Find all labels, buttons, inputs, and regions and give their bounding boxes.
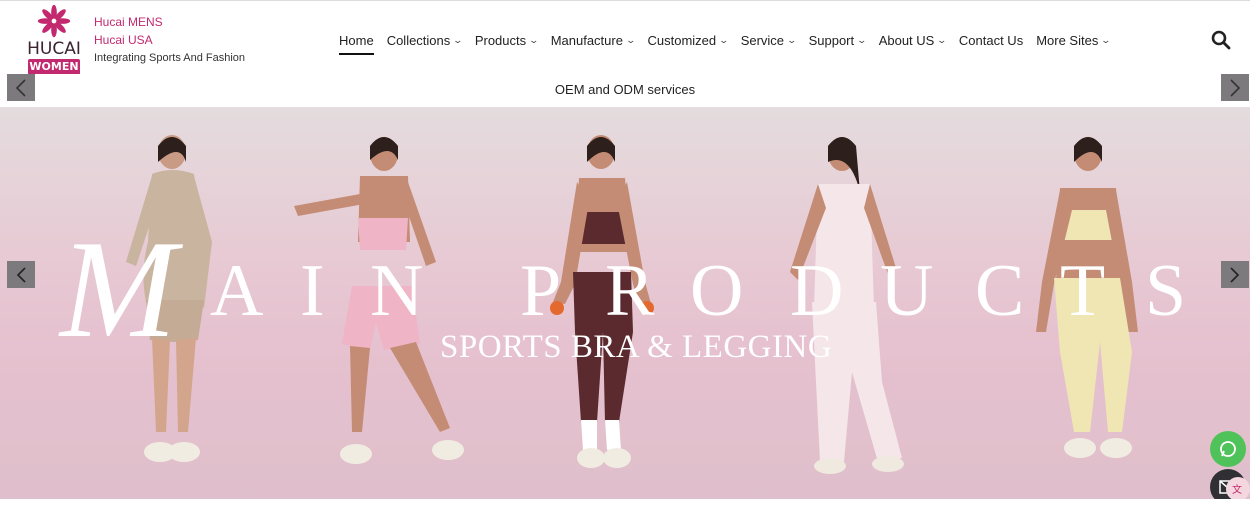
- nav-products[interactable]: Products ⌄: [474, 32, 540, 48]
- hero-title: M A I N P R O D U C T S: [0, 220, 1250, 360]
- nav-label: Contact Us: [958, 32, 1024, 48]
- tagline: Integrating Sports And Fashion: [94, 52, 246, 64]
- nav-label: Customized: [647, 32, 717, 48]
- nav-label: Support: [808, 32, 855, 48]
- svg-text:文: 文: [1232, 483, 1242, 496]
- hero-banner[interactable]: M A I N P R O D U C T S SPORTS BRA & LEG…: [0, 107, 1250, 499]
- chevron-right-icon: [1230, 78, 1241, 97]
- nav-label: About US: [878, 32, 935, 48]
- main-nav: Home Collections ⌄ Products ⌄ Manufacture ⌄…: [339, 30, 1123, 55]
- hero-prev-button[interactable]: [7, 261, 35, 288]
- search-icon[interactable]: [1210, 29, 1232, 51]
- chevron-down-icon: ⌄: [856, 34, 868, 45]
- translate-button[interactable]: 文: [1226, 477, 1250, 499]
- nav-more-sites[interactable]: More Sites ⌄: [1036, 32, 1112, 48]
- hero-title-letter: M: [60, 212, 177, 367]
- whatsapp-button[interactable]: [1210, 431, 1246, 467]
- hero-next-button[interactable]: [1221, 261, 1249, 288]
- chevron-right-icon: [1230, 266, 1240, 283]
- nav-service[interactable]: Service ⌄: [740, 32, 798, 48]
- hero-title-letter: N: [370, 250, 484, 332]
- nav-about-us[interactable]: About US ⌄: [878, 32, 948, 48]
- flower-logo-icon: [37, 4, 71, 38]
- nav-label: Manufacture: [550, 32, 623, 48]
- hero-title-letter: O: [690, 250, 804, 332]
- chevron-down-icon: ⌄: [786, 34, 798, 45]
- hucai-usa-link[interactable]: Hucai USA: [94, 31, 245, 49]
- nav-label: Home: [339, 32, 374, 48]
- nav-home[interactable]: Home: [339, 32, 374, 55]
- whatsapp-icon: [1220, 441, 1236, 457]
- notice-bar: OEM and ODM services: [0, 74, 1250, 107]
- chevron-down-icon: ⌄: [718, 34, 730, 45]
- brand-logo[interactable]: HUCAI WOMEN: [26, 3, 82, 75]
- chevron-down-icon: ⌄: [1100, 34, 1112, 45]
- site-header: HUCAI WOMEN Hucai MENS Hucai USA Integra…: [0, 0, 1250, 75]
- nav-label: Collections: [386, 32, 451, 48]
- page-bottom-strip: [0, 499, 1250, 507]
- hero-subtitle: SPORTS BRA & LEGGING: [440, 329, 833, 365]
- site-links: Hucai MENS Hucai USA Integrating Sports …: [94, 13, 245, 66]
- nav-customized[interactable]: Customized ⌄: [647, 32, 730, 48]
- chevron-down-icon: ⌄: [452, 34, 464, 45]
- brand-badge: WOMEN: [28, 59, 80, 75]
- chevron-down-icon: ⌄: [528, 34, 540, 45]
- nav-label: Products: [474, 32, 527, 48]
- nav-support[interactable]: Support ⌄: [808, 32, 868, 48]
- notice-text[interactable]: OEM and ODM services: [0, 82, 1250, 97]
- nav-label: Service: [740, 32, 785, 48]
- nav-contact-us[interactable]: Contact Us: [959, 33, 1023, 48]
- nav-collections[interactable]: Collections ⌄: [386, 32, 464, 48]
- notice-next-button[interactable]: [1221, 74, 1249, 101]
- nav-manufacture[interactable]: Manufacture ⌄: [550, 32, 637, 48]
- nav-label: More Sites: [1036, 32, 1099, 48]
- chevron-down-icon: ⌄: [936, 34, 948, 45]
- brand-wordmark: HUCAI: [27, 39, 81, 59]
- translate-icon: 文: [1232, 483, 1242, 496]
- hucai-mens-link[interactable]: Hucai MENS: [94, 13, 245, 31]
- chevron-left-icon: [16, 266, 26, 283]
- chevron-down-icon: ⌄: [625, 34, 637, 45]
